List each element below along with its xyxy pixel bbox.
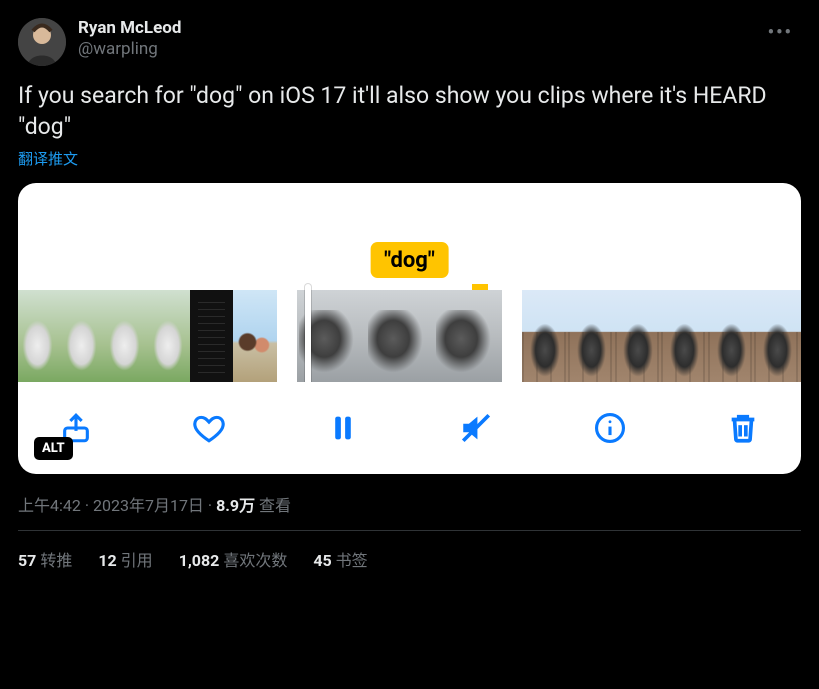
stat-value: 12 bbox=[98, 551, 116, 570]
video-timeline-strip bbox=[18, 278, 801, 382]
views-label: 查看 bbox=[259, 496, 291, 515]
media-card[interactable]: "dog" bbox=[18, 183, 801, 474]
stat-label: 引用 bbox=[121, 551, 153, 570]
likes-stat[interactable]: 1,082 喜欢次数 bbox=[179, 547, 288, 571]
clip-frame bbox=[103, 290, 146, 382]
meta-sep: · bbox=[81, 496, 93, 515]
avatar[interactable] bbox=[18, 18, 66, 66]
search-term-pill: "dog" bbox=[370, 242, 449, 278]
tweet-time[interactable]: 上午4:42 bbox=[18, 496, 81, 515]
quotes-stat[interactable]: 12 引用 bbox=[98, 547, 152, 571]
stat-value: 57 bbox=[18, 551, 36, 570]
clip-frame bbox=[522, 290, 569, 382]
playhead[interactable] bbox=[305, 284, 311, 382]
trash-icon[interactable] bbox=[723, 408, 763, 448]
clip-group-2[interactable] bbox=[297, 290, 502, 382]
clip-group-3[interactable] bbox=[522, 290, 801, 382]
pause-icon[interactable] bbox=[323, 408, 363, 448]
meta-sep: · bbox=[204, 496, 216, 515]
clip-frame bbox=[365, 290, 433, 382]
clip-frame bbox=[754, 290, 801, 382]
bookmarks-stat[interactable]: 45 书签 bbox=[313, 547, 367, 571]
clip-frame bbox=[568, 290, 615, 382]
stat-label: 转推 bbox=[40, 551, 72, 570]
clip-frame bbox=[661, 290, 708, 382]
tweet-header: Ryan McLeod @warpling ••• bbox=[18, 18, 801, 66]
clip-frame bbox=[233, 290, 276, 382]
views-count: 8.9万 bbox=[216, 496, 255, 515]
tweet-container: Ryan McLeod @warpling ••• If you search … bbox=[0, 0, 819, 581]
more-menu-button[interactable]: ••• bbox=[760, 18, 801, 47]
clip-frame bbox=[146, 290, 189, 382]
clip-frame bbox=[708, 290, 755, 382]
display-name[interactable]: Ryan McLeod bbox=[78, 18, 760, 39]
author-block: Ryan McLeod @warpling bbox=[78, 18, 760, 61]
clip-frame bbox=[433, 290, 501, 382]
tweet-date[interactable]: 2023年7月17日 bbox=[93, 496, 204, 515]
tweet-meta: 上午4:42 · 2023年7月17日 · 8.9万 查看 bbox=[18, 492, 801, 516]
stat-label: 喜欢次数 bbox=[223, 551, 287, 570]
clip-frame bbox=[615, 290, 662, 382]
info-icon[interactable] bbox=[590, 408, 630, 448]
stats-row: 57 转推 12 引用 1,082 喜欢次数 45 书签 bbox=[18, 531, 801, 571]
media-toolbar bbox=[18, 382, 801, 458]
clip-group-1[interactable] bbox=[18, 290, 277, 382]
heart-icon[interactable] bbox=[189, 408, 229, 448]
tweet-text: If you search for "dog" on iOS 17 it'll … bbox=[18, 80, 801, 142]
mute-icon[interactable] bbox=[456, 408, 496, 448]
stat-value: 1,082 bbox=[179, 551, 220, 570]
retweets-stat[interactable]: 57 转推 bbox=[18, 547, 72, 571]
stat-label: 书签 bbox=[336, 551, 368, 570]
clip-frame bbox=[190, 290, 233, 382]
alt-badge[interactable]: ALT bbox=[34, 437, 73, 460]
handle[interactable]: @warpling bbox=[78, 39, 760, 60]
media-whitespace: "dog" bbox=[18, 183, 801, 278]
translate-link[interactable]: 翻译推文 bbox=[18, 148, 801, 169]
stat-value: 45 bbox=[313, 551, 331, 570]
clip-frame bbox=[18, 290, 59, 382]
clip-frame bbox=[59, 290, 102, 382]
